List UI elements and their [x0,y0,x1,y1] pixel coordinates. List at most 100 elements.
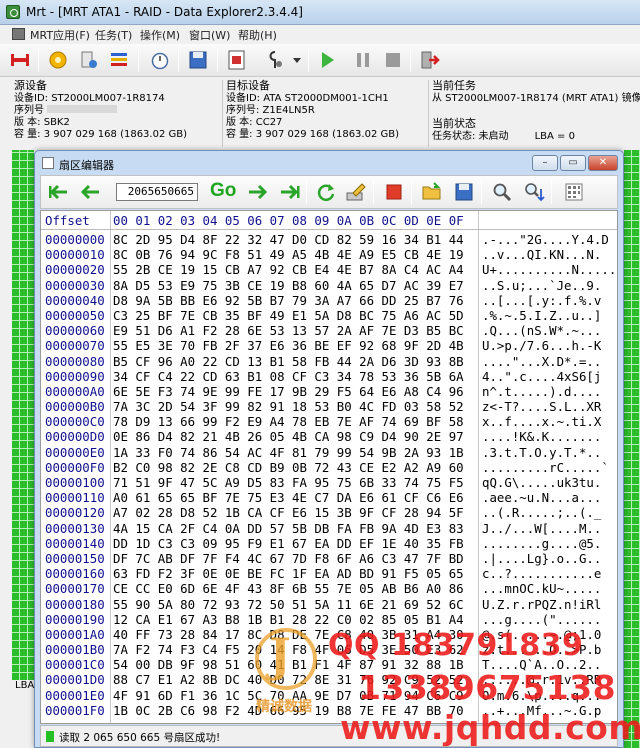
row-hex-bytes[interactable]: A0 61 65 65 BF 7E 75 E3 4E C7 DA E6 61 C… [113,490,464,505]
table-row[interactable]: 00000050 C3 25 BF 7E CB 35 BF 49 E1 5A D8… [41,308,617,323]
row-ascii[interactable]: n^.t.....).d.... [482,384,601,399]
chevron-down-icon[interactable] [291,49,303,71]
prev-sector-icon[interactable] [79,181,101,203]
table-row[interactable]: 00000070 55 E5 3E 70 FB 2F 37 E6 36 BE EF… [41,338,617,353]
row-ascii[interactable]: ...mnOC.kU~..... [482,581,601,596]
table-row[interactable]: 00000010 8C 0B 76 94 9C F8 51 49 A5 4B 4E… [41,247,617,262]
row-hex-bytes[interactable]: E9 51 D6 A1 F2 28 6E 53 13 57 2A AF 7E D… [113,323,464,338]
table-row[interactable]: 00000190 12 CA E1 67 A3 B8 1B B1 28 22 C0… [41,612,617,627]
row-ascii[interactable]: U+..........N..... [482,262,616,277]
sector-number-input[interactable]: 2065650665 [116,183,198,201]
row-hex-bytes[interactable]: 7A 3C 2D 54 3F 99 82 91 18 53 B0 4C FD 0… [113,399,464,414]
probe-icon[interactable] [264,49,286,71]
row-hex-bytes[interactable]: 8A D5 53 E9 75 3B CE 19 B8 60 4A 65 D7 A… [113,278,464,293]
menu-operation[interactable]: 操作(M) [140,27,180,43]
row-ascii[interactable]: ...."...X.D*.=.. [482,354,601,369]
table-row[interactable]: 00000130 4A 15 CA 2F C4 0A DD 57 5B DB FA… [41,521,617,536]
table-row[interactable]: 00000090 34 CF C4 22 CD 63 B1 08 CF C3 34… [41,369,617,384]
grid-options-icon[interactable] [563,181,585,203]
sector-editor-icon[interactable] [226,49,248,71]
row-hex-bytes[interactable]: B5 CF 96 A0 22 CD 13 B1 58 FB 44 2A D6 3… [113,354,464,369]
row-ascii[interactable]: ........g....@5. [482,536,601,551]
row-hex-bytes[interactable]: 1A 33 F0 74 86 54 AC 4F 81 79 99 54 9B 2… [113,445,464,460]
table-row[interactable]: 00000020 55 2B CE 19 15 CB A7 92 CB E4 4E… [41,262,617,277]
row-hex-bytes[interactable]: 12 CA E1 67 A3 B8 1B B1 28 22 C0 02 85 0… [113,612,464,627]
table-row[interactable]: 00000160 63 FD F2 3F 0E 0E BE FC 1F EA AD… [41,566,617,581]
save-icon[interactable] [453,181,475,203]
table-row[interactable]: 000000E0 1A 33 F0 74 86 54 AC 4F 81 79 99… [41,445,617,460]
table-row[interactable]: 00000110 A0 61 65 65 BF 7E 75 E3 4E C7 DA… [41,490,617,505]
menu-mrt-app[interactable]: MRT应用(F) [30,27,90,43]
search-icon[interactable] [491,181,513,203]
row-ascii[interactable]: z<-T?....S.L..XR [482,399,601,414]
exit-icon[interactable] [419,49,441,71]
row-hex-bytes[interactable]: 34 CF C4 22 CD 63 B1 08 CF C3 34 78 53 3… [113,369,464,384]
table-row[interactable]: 00000100 71 51 9F 47 5C A9 D5 83 FA 95 75… [41,475,617,490]
row-ascii[interactable]: .3.t.T.O.y.T.*.. [482,445,601,460]
refresh-icon[interactable] [315,181,337,203]
row-hex-bytes[interactable]: 8C 2D 95 D4 8F 22 32 47 D0 CD 82 59 16 3… [113,232,464,247]
row-hex-bytes[interactable]: DD 1D C3 C3 09 95 F9 E1 67 EA DD EF 1E 4… [113,536,464,551]
row-ascii[interactable]: qQ.G\.....uk3tu. [482,475,601,490]
row-hex-bytes[interactable]: A7 02 28 D8 52 1B CA CF E6 15 3B 9F CF 2… [113,505,464,520]
tool-icon[interactable] [78,49,100,71]
row-hex-bytes[interactable]: 8C 0B 76 94 9C F8 51 49 A5 4B 4E A9 E5 C… [113,247,464,262]
row-hex-bytes[interactable]: 55 E5 3E 70 FB 2F 37 E6 36 BE EF 92 68 9… [113,338,464,353]
table-row[interactable]: 00000040 D8 9A 5B BB E6 92 5B B7 79 3A A7… [41,293,617,308]
first-sector-icon[interactable] [47,181,69,203]
row-ascii[interactable]: x..f....x.~.ti.X [482,414,601,429]
row-hex-bytes[interactable]: DF 7C AB DF 7F F4 4C 67 7D F8 6F A6 C3 4… [113,551,464,566]
row-hex-bytes[interactable]: D8 9A 5B BB E6 92 5B B7 79 3A A7 66 DD 2… [113,293,464,308]
menu-window[interactable]: 窗口(W) [189,27,230,43]
row-hex-bytes[interactable]: 4A 15 CA 2F C4 0A DD 57 5B DB FA FB 9A 4… [113,521,464,536]
row-hex-bytes[interactable]: B2 C0 98 82 2E C8 CD B9 0B 72 43 CE E2 A… [113,460,464,475]
table-row[interactable]: 00000180 55 90 5A 80 72 93 72 50 51 5A 11… [41,597,617,612]
last-sector-icon[interactable] [279,181,301,203]
row-ascii[interactable]: .........rC.....` [482,460,609,475]
timer-icon[interactable] [149,49,171,71]
find-next-icon[interactable] [523,181,545,203]
next-sector-icon[interactable] [247,181,269,203]
row-hex-bytes[interactable]: 0E 86 D4 82 21 4B 26 05 4B CA 98 C9 D4 9… [113,429,464,444]
row-ascii[interactable]: U.Z.r.rPQZ.n!iRl [482,597,601,612]
row-ascii[interactable]: .%.~.5.I.Z..u..] [482,308,601,323]
table-row[interactable]: 000000D0 0E 86 D4 82 21 4B 26 05 4B CA 98… [41,429,617,444]
row-hex-bytes[interactable]: C3 25 BF 7E CB 35 BF 49 E1 5A D8 BC 75 A… [113,308,464,323]
table-row[interactable]: 00000150 DF 7C AB DF 7F F4 4C 67 7D F8 6F… [41,551,617,566]
row-ascii[interactable]: .Q...(nS.W*.~... [482,323,601,338]
table-row[interactable]: 00000060 E9 51 D6 A1 F2 28 6E 53 13 57 2A… [41,323,617,338]
table-row[interactable]: 00000000 8C 2D 95 D4 8F 22 32 47 D0 CD 82… [41,232,617,247]
row-ascii[interactable]: c..?...........e [482,566,601,581]
pause-icon[interactable] [352,49,374,71]
row-ascii[interactable]: .-..."2G....Y.4.D [482,232,609,247]
gear-icon[interactable] [47,49,69,71]
table-row[interactable]: 00000140 DD 1D C3 C3 09 95 F9 E1 67 EA DD… [41,536,617,551]
table-row[interactable]: 000000B0 7A 3C 2D 54 3F 99 82 91 18 53 B0… [41,399,617,414]
row-hex-bytes[interactable]: CE CC E0 6D 6E 4F 43 8F 6B 55 7E 05 AB B… [113,581,464,596]
table-row[interactable]: 00000030 8A D5 53 E9 75 3B CE 19 B8 60 4A… [41,278,617,293]
stop-icon[interactable] [382,49,404,71]
table-row[interactable]: 000000A0 6E 5E F3 74 9E 99 FE 17 9B 29 F5… [41,384,617,399]
stop-icon[interactable] [383,181,405,203]
close-button[interactable]: ✕ [588,155,618,171]
row-ascii[interactable]: U.>p./7.6...h.-K [482,338,601,353]
row-hex-bytes[interactable]: 71 51 9F 47 5C A9 D5 83 FA 95 75 6B 33 7… [113,475,464,490]
table-row[interactable]: 00000080 B5 CF 96 A0 22 CD 13 B1 58 FB 44… [41,354,617,369]
report-icon[interactable] [108,49,130,71]
table-row[interactable]: 000000C0 78 D9 13 66 99 F2 E9 A4 78 EB 7E… [41,414,617,429]
table-row[interactable]: 00000170 CE CC E0 6D 6E 4F 43 8F 6B 55 7E… [41,581,617,596]
menu-help[interactable]: 帮助(H) [238,27,277,43]
row-hex-bytes[interactable]: 55 90 5A 80 72 93 72 50 51 5A 11 6E 21 6… [113,597,464,612]
menu-task[interactable]: 任务(T) [95,27,132,43]
minimize-button[interactable]: – [532,155,558,171]
row-ascii[interactable]: ...g....("...... [482,612,601,627]
row-ascii[interactable]: ..(.R.....;..(._ [482,505,601,520]
write-icon[interactable] [345,181,367,203]
row-ascii[interactable]: ..[...[.y:.f.%.v [482,293,601,308]
row-ascii[interactable]: ....!K&.K....... [482,429,601,444]
row-ascii[interactable]: J../...W[....M.. [482,521,601,536]
connect-icon[interactable] [9,49,31,71]
row-ascii[interactable]: ..S.u;...`Je..9. [482,278,601,293]
row-hex-bytes[interactable]: 63 FD F2 3F 0E 0E BE FC 1F EA AD BD 91 F… [113,566,464,581]
row-hex-bytes[interactable]: 78 D9 13 66 99 F2 E9 A4 78 EB 7E AF 74 6… [113,414,464,429]
